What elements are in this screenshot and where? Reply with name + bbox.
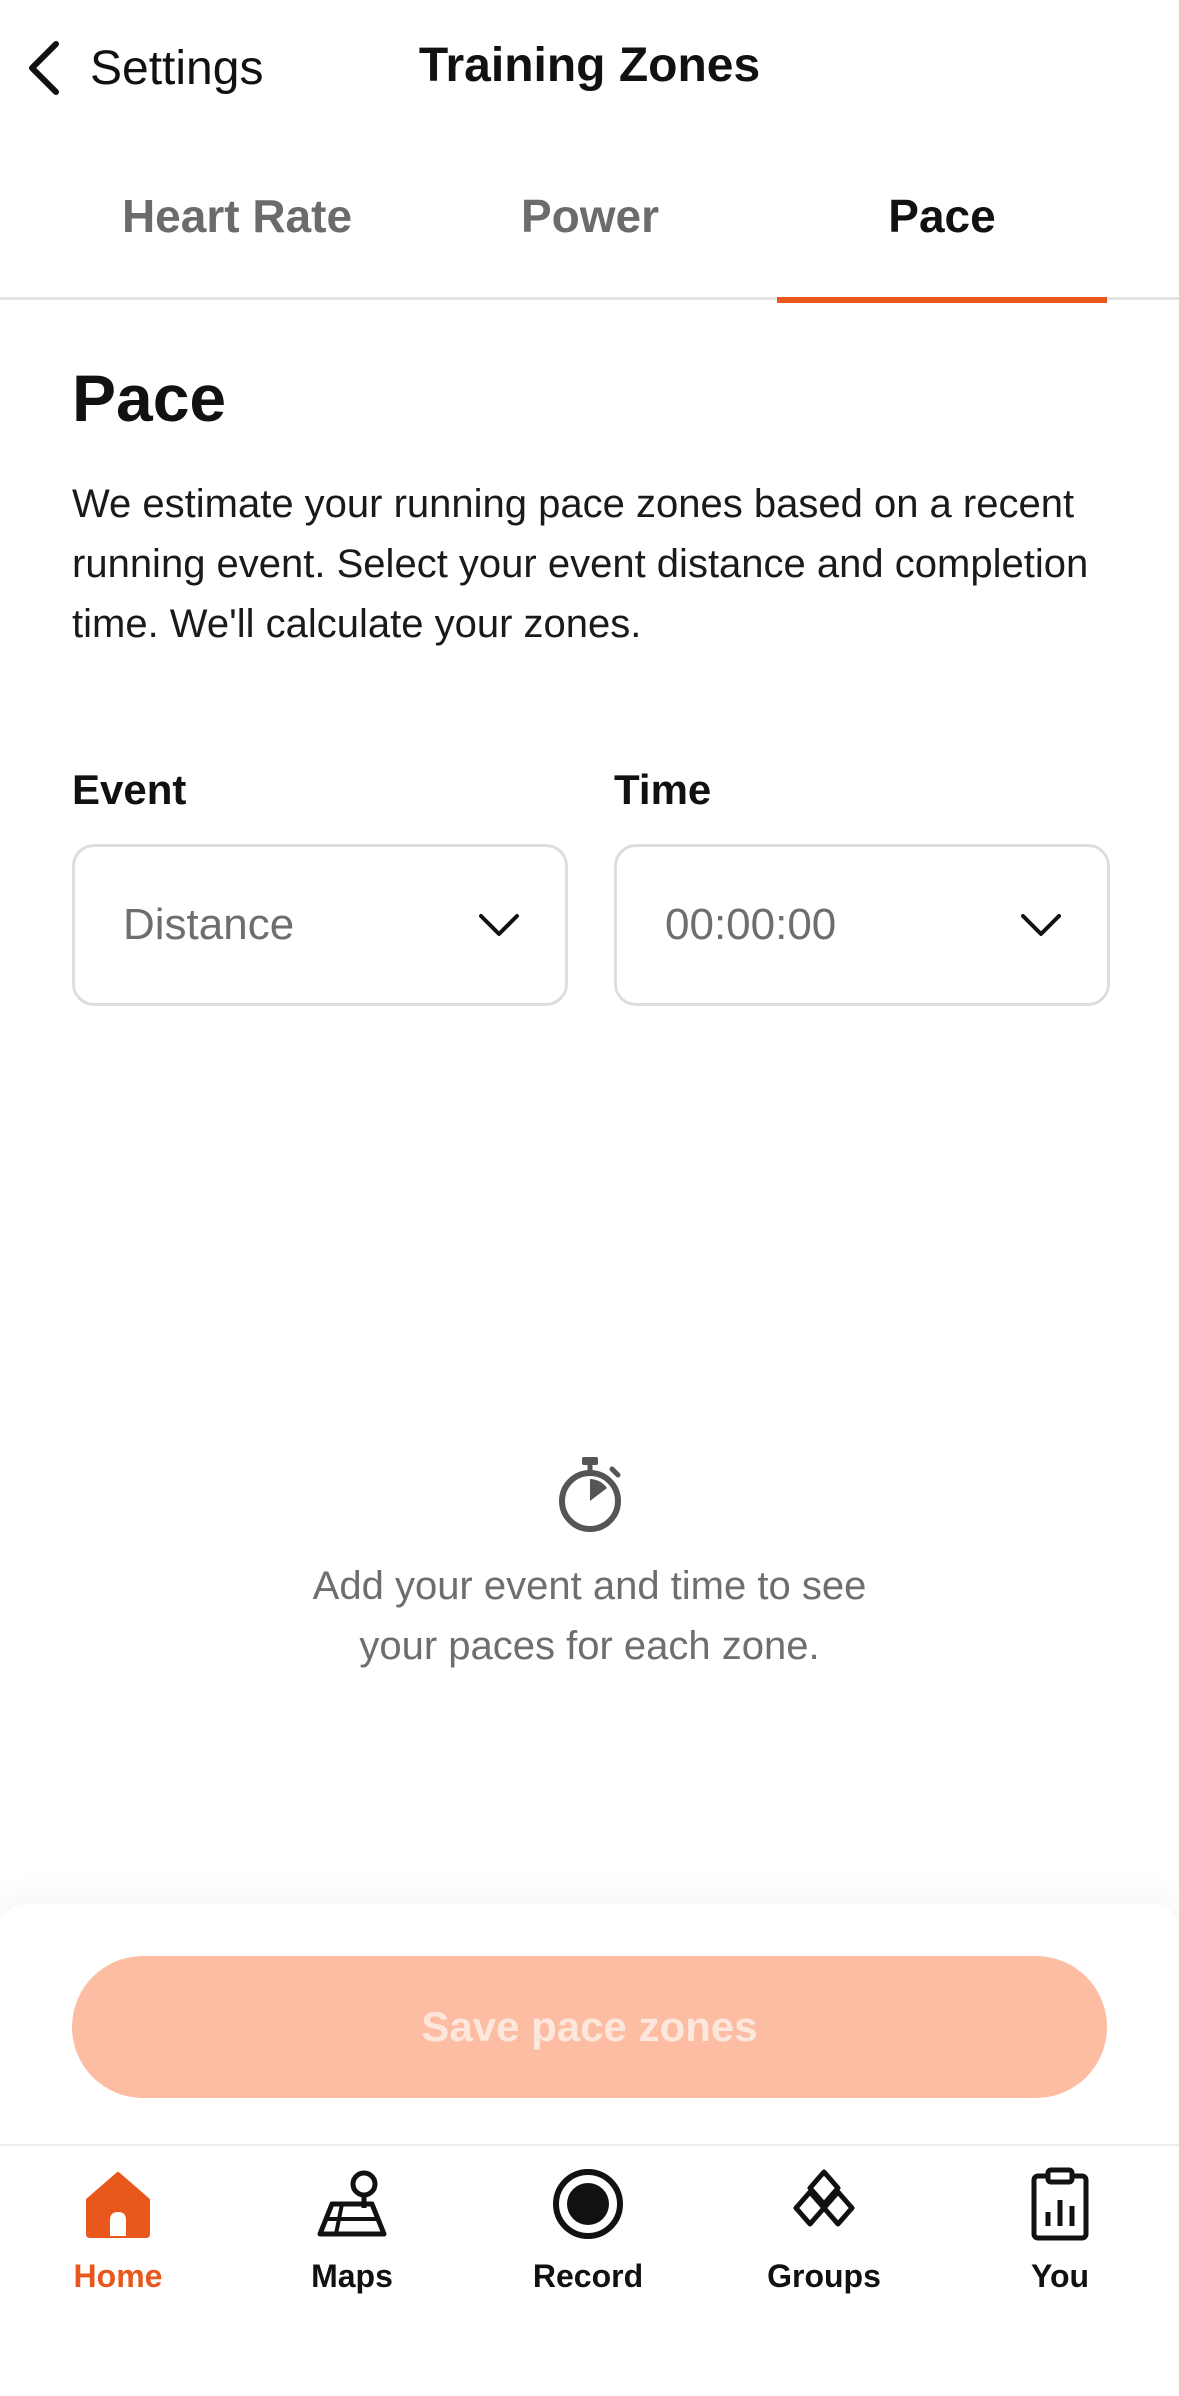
clipboard-chart-icon	[1031, 2167, 1089, 2241]
home-icon	[86, 2172, 150, 2238]
section-title: Pace	[72, 361, 227, 435]
groups-icon	[793, 2169, 855, 2227]
tab-power[interactable]: Power	[425, 160, 755, 300]
chevron-down-icon	[1021, 914, 1061, 936]
tab-pace[interactable]: Pace	[777, 160, 1107, 303]
tab-heart-rate[interactable]: Heart Rate	[72, 160, 402, 300]
event-distance-value: Distance	[123, 900, 295, 949]
event-label: Event	[72, 766, 187, 813]
map-icon	[317, 2170, 387, 2237]
record-icon	[553, 2169, 623, 2239]
chevron-down-icon	[479, 914, 519, 936]
nav-home[interactable]: Home	[18, 2164, 218, 2344]
empty-state-message: Add your event and time to see your pace…	[0, 1556, 1179, 1676]
top-bar: Settings Training Zones	[0, 0, 1179, 136]
save-pace-zones-button[interactable]: Save pace zones	[72, 1956, 1107, 2098]
time-label: Time	[614, 766, 712, 813]
nav-record[interactable]: Record	[488, 2164, 688, 2344]
event-distance-dropdown[interactable]: Distance	[72, 844, 568, 1006]
nav-maps-label: Maps	[311, 2258, 393, 2294]
nav-groups-label: Groups	[767, 2258, 881, 2294]
footer-panel: Save pace zones	[0, 1904, 1179, 2144]
tab-bar: Heart Rate Power Pace	[0, 160, 1179, 303]
nav-you[interactable]: You	[960, 2164, 1160, 2344]
nav-groups[interactable]: Groups	[724, 2164, 924, 2344]
nav-you-label: You	[1030, 2258, 1090, 2294]
time-dropdown[interactable]: 00:00:00	[614, 844, 1110, 1006]
nav-record-label: Record	[532, 2258, 644, 2294]
empty-state-text: Add your event and time to see your pace…	[312, 1564, 867, 1668]
nav-maps[interactable]: Maps	[252, 2164, 452, 2344]
section-description: We estimate your running pace zones base…	[72, 482, 1089, 646]
bottom-nav: Home Maps Record Groups You	[0, 2144, 1179, 2396]
stopwatch-icon	[559, 1457, 621, 1532]
time-value: 00:00:00	[665, 900, 837, 949]
page-title: Training Zones	[418, 39, 761, 92]
nav-home-label: Home	[73, 2258, 163, 2294]
